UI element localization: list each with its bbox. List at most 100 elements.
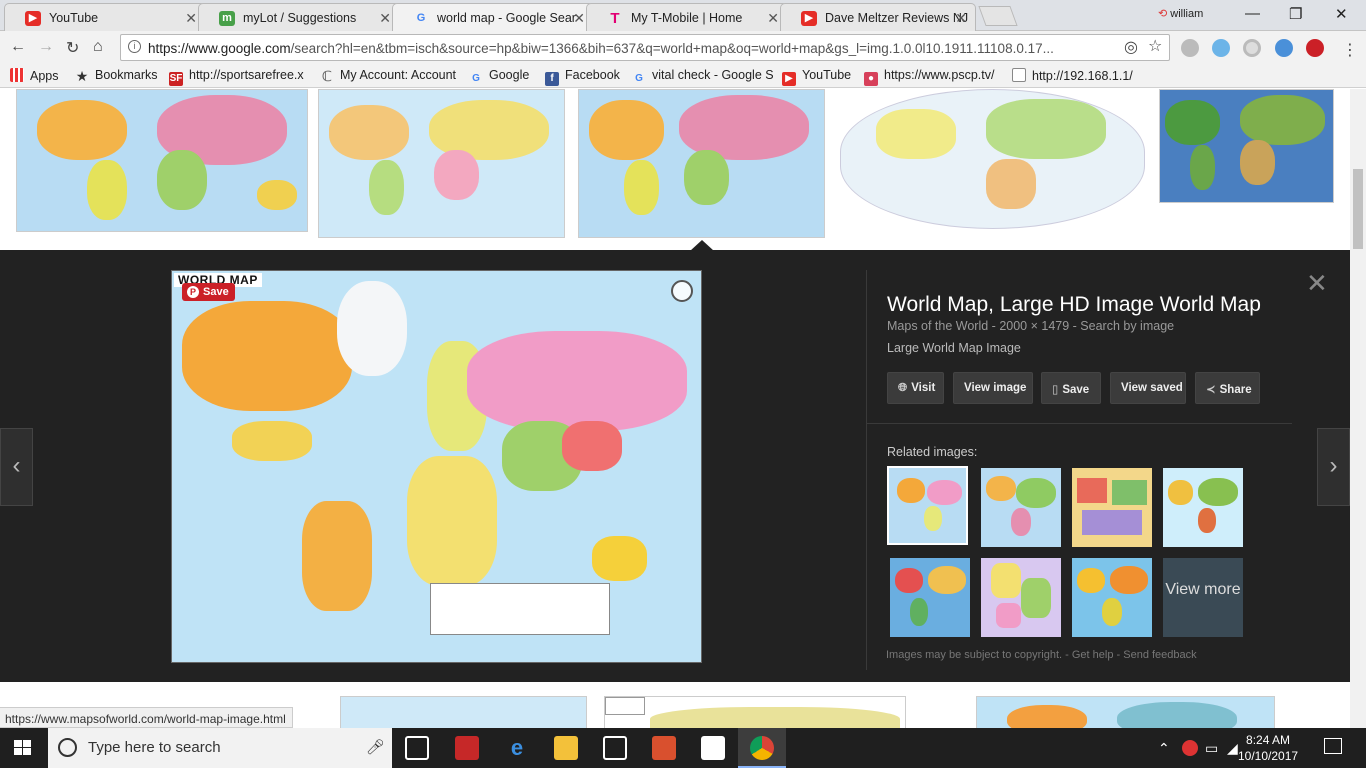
result-thumbnail[interactable]: [340, 696, 587, 728]
preview-source[interactable]: Maps of the World: [887, 319, 988, 333]
new-tab-button[interactable]: [978, 6, 1018, 26]
preview-title[interactable]: World Map, Large HD Image World Map: [887, 293, 1261, 317]
result-thumbnail[interactable]: [16, 89, 308, 232]
microphone-icon[interactable]: 🎤︎: [366, 738, 385, 756]
task-view-icon[interactable]: [405, 736, 429, 760]
tab-tmobile[interactable]: T My T-Mobile | Home ✕: [586, 3, 788, 31]
close-tab-icon[interactable]: ✕: [185, 10, 197, 27]
scrollbar-thumb[interactable]: [1353, 169, 1363, 249]
related-image[interactable]: [1072, 558, 1152, 637]
close-tab-icon[interactable]: ✕: [379, 10, 391, 27]
store-icon[interactable]: [603, 736, 627, 760]
result-thumbnail[interactable]: [1159, 89, 1334, 203]
close-preview-icon[interactable]: ✕: [1306, 270, 1328, 296]
battery-icon[interactable]: ▭: [1205, 740, 1218, 757]
map-land: [37, 100, 127, 160]
related-image[interactable]: [1072, 468, 1152, 547]
tray-app-icon[interactable]: [1182, 740, 1198, 756]
search-by-image-link[interactable]: Search by image: [1080, 319, 1174, 333]
page-scrollbar[interactable]: [1350, 89, 1366, 728]
save-button[interactable]: ▯ Save: [1041, 372, 1101, 404]
address-bar[interactable]: i https://www.google.com/search?hl=en&tb…: [120, 34, 1170, 61]
view-saved-button[interactable]: View saved: [1110, 372, 1186, 404]
bookmark-sportsarefree[interactable]: SF http://sportsarefree.x: [169, 68, 304, 86]
apps-icon: [10, 68, 24, 82]
related-image[interactable]: [887, 466, 968, 545]
chrome-taskbar-button[interactable]: [738, 728, 786, 768]
result-thumbnail[interactable]: [976, 696, 1275, 728]
bookmark-my-account[interactable]: ℂ My Account: Account: [320, 68, 456, 83]
tab-dave-meltzer[interactable]: ▶ Dave Meltzer Reviews NJ ✕: [780, 3, 976, 31]
map-land: [1240, 95, 1325, 145]
tab-title: world map - Google Sear: [437, 11, 576, 25]
close-window-icon[interactable]: ✕: [1335, 5, 1348, 23]
result-thumbnail[interactable]: [318, 89, 565, 238]
send-feedback-link[interactable]: Send feedback: [1123, 649, 1196, 661]
system-clock[interactable]: 8:24 AM 10/10/2017: [1238, 732, 1298, 764]
bookmark-youtube[interactable]: ▶ YouTube: [782, 68, 851, 86]
related-image[interactable]: [1163, 468, 1243, 547]
share-button[interactable]: ≺ Share: [1195, 372, 1260, 404]
bookmark-bookmarks[interactable]: ★ Bookmarks: [75, 68, 158, 83]
bookmark-label: Google: [489, 68, 530, 82]
profile-button[interactable]: ⟲ william: [1158, 7, 1203, 20]
previous-image-button[interactable]: ‹: [0, 428, 33, 506]
extension-badge-icon[interactable]: [1275, 39, 1293, 57]
location-icon[interactable]: ◎: [1124, 37, 1138, 57]
pinterest-save-button[interactable]: P Save: [182, 283, 235, 301]
restore-icon[interactable]: ❐: [1289, 5, 1302, 23]
file-explorer-icon[interactable]: [554, 736, 578, 760]
forward-icon[interactable]: →: [38, 38, 54, 56]
tab-youtube[interactable]: ▶ YouTube ✕: [4, 3, 206, 31]
action-center-icon[interactable]: [1324, 738, 1342, 754]
back-icon[interactable]: ←: [10, 38, 26, 56]
related-image[interactable]: [890, 558, 970, 637]
view-image-button[interactable]: View image: [953, 372, 1033, 404]
close-tab-icon[interactable]: ✕: [573, 10, 585, 27]
get-help-link[interactable]: Get help: [1072, 649, 1114, 661]
info-icon[interactable]: i: [128, 40, 141, 53]
tab-mylot[interactable]: m myLot / Suggestions ✕: [198, 3, 400, 31]
start-pane: [23, 740, 31, 747]
related-image[interactable]: [981, 558, 1061, 637]
save-label: Save: [1062, 384, 1090, 396]
related-image[interactable]: [981, 468, 1061, 547]
windows-start-icon[interactable]: [14, 740, 32, 756]
bookmark-apps[interactable]: Apps: [10, 68, 59, 83]
mail-icon[interactable]: [701, 736, 725, 760]
preview-image[interactable]: WORLD MAP P Save: [171, 270, 702, 663]
copyright-note: Images may be subject to copyright. - Ge…: [886, 649, 1197, 661]
bookmark-google[interactable]: G Google: [469, 68, 529, 86]
edge-icon[interactable]: e: [505, 736, 529, 760]
map-land: [302, 501, 372, 611]
wifi-icon[interactable]: ◢: [1227, 740, 1238, 757]
extension-icon[interactable]: [1181, 39, 1199, 57]
map-land: [1077, 478, 1107, 503]
tab-world-map[interactable]: G world map - Google Sear ✕: [392, 3, 594, 32]
close-tab-icon[interactable]: ✕: [955, 10, 967, 27]
extension-icon[interactable]: [1212, 39, 1230, 57]
show-hidden-icons[interactable]: ⌃: [1158, 740, 1170, 757]
bookmark-facebook[interactable]: f Facebook: [545, 68, 620, 86]
bookmark-vital-check[interactable]: Gvital check - Google S: [632, 68, 773, 86]
bookmark-router[interactable]: http://192.168.1.1/: [1012, 68, 1133, 83]
reload-icon[interactable]: ↻: [66, 38, 79, 58]
result-thumbnail-selected[interactable]: [578, 89, 825, 238]
pinterest-icon[interactable]: [1306, 39, 1324, 57]
view-more-button[interactable]: View more: [1163, 558, 1243, 637]
bookmark-star-icon[interactable]: ☆: [1148, 36, 1162, 56]
minimize-icon[interactable]: —: [1245, 5, 1260, 22]
result-thumbnail[interactable]: [836, 89, 1149, 232]
visit-button[interactable]: 🌐︎ Visit: [887, 372, 944, 404]
books-app-icon[interactable]: [455, 736, 479, 760]
next-image-button[interactable]: ›: [1317, 428, 1350, 506]
powerpoint-icon[interactable]: [652, 736, 676, 760]
close-tab-icon[interactable]: ✕: [767, 10, 779, 27]
result-thumbnail[interactable]: [604, 696, 906, 728]
home-icon[interactable]: ⌂: [93, 38, 103, 56]
extension-icon[interactable]: [1243, 39, 1261, 57]
taskbar-search-box[interactable]: Type here to search 🎤︎: [48, 728, 392, 768]
bookmark-pscp[interactable]: ● https://www.pscp.tv/: [864, 68, 994, 86]
menu-icon[interactable]: ⋮: [1342, 40, 1358, 60]
lens-icon[interactable]: [671, 280, 693, 302]
